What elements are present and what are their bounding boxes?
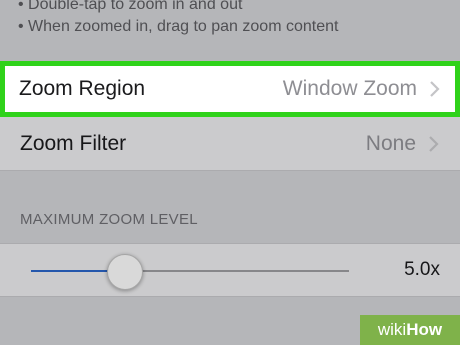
zoom-filter-label: Zoom Filter xyxy=(20,131,127,155)
zoom-filter-value: None xyxy=(365,131,416,155)
slider-track-empty xyxy=(125,270,349,272)
zoom-region-label: Zoom Region xyxy=(19,77,146,100)
watermark-part1: wiki xyxy=(377,320,407,339)
chevron-right-icon xyxy=(430,81,440,97)
max-zoom-slider-row: 5.0x xyxy=(0,243,460,297)
zoom-region-row[interactable]: Zoom Region Window Zoom xyxy=(0,61,460,117)
slider-thumb[interactable] xyxy=(107,254,143,290)
watermark-part2: How xyxy=(406,320,443,339)
help-line: • When zoomed in, drag to pan zoom conte… xyxy=(18,18,339,35)
help-line: • Double-tap to zoom in and out xyxy=(18,0,243,13)
zoom-filter-row[interactable]: Zoom Filter None xyxy=(0,117,460,171)
section-header-max-zoom: MAXIMUM ZOOM LEVEL xyxy=(20,211,198,228)
wikihow-watermark: wiki How xyxy=(360,315,460,345)
chevron-right-icon xyxy=(429,135,439,152)
help-text: • Double-tap to zoom in and out • When z… xyxy=(18,0,338,38)
max-zoom-value: 5.0x xyxy=(404,259,440,280)
zoom-region-value: Window Zoom xyxy=(282,77,417,100)
